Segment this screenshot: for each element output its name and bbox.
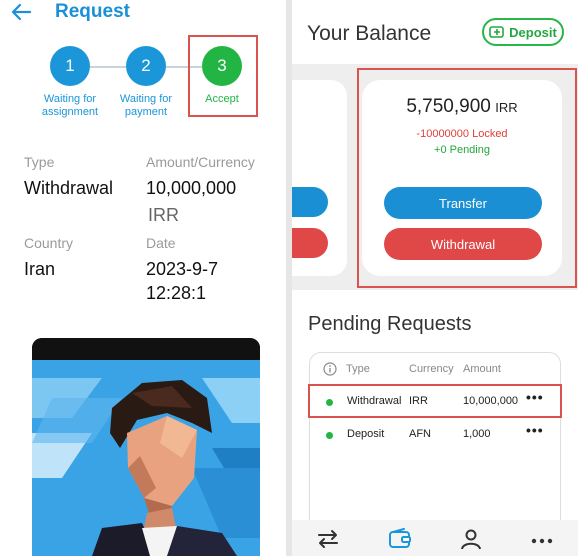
- bottom-navigation: [292, 520, 578, 556]
- request-detail-panel: Request 1 2 3 Waiting for assignment Wait…: [0, 0, 286, 556]
- row-currency: AFN: [409, 428, 431, 440]
- type-value: Withdrawal: [24, 178, 114, 198]
- date-value: 2023-9-7: [146, 259, 219, 279]
- column-header-amount: Amount: [463, 363, 501, 375]
- withdrawal-row-highlight: [308, 384, 562, 418]
- country-value: Iran: [24, 259, 56, 279]
- previous-wallet-card[interactable]: [292, 80, 347, 276]
- table-row[interactable]: Deposit AFN 1,000 •••: [310, 420, 562, 450]
- step-connector: [90, 66, 126, 68]
- row-more-icon[interactable]: •••: [526, 422, 544, 438]
- transfer-icon[interactable]: [316, 528, 340, 550]
- attached-image: [32, 338, 260, 556]
- profile-icon[interactable]: [459, 528, 483, 550]
- date-label: Date: [146, 235, 176, 251]
- step-2-label: Waiting for payment: [119, 93, 173, 118]
- step-1-label: Waiting for assignment: [41, 93, 99, 118]
- type-label: Type: [24, 154, 55, 170]
- back-arrow-icon[interactable]: [10, 2, 32, 22]
- accept-step-highlight: [188, 35, 258, 117]
- previous-card-withdrawal-button[interactable]: [292, 228, 328, 258]
- pending-requests-title: Pending Requests: [308, 313, 472, 335]
- deposit-button[interactable]: Deposit: [482, 18, 564, 46]
- time-value: 12:28:1: [146, 283, 207, 303]
- column-header-currency: Currency: [409, 363, 454, 375]
- balance-panel: Your Balance Deposit 5,750,900 IRR -1000…: [292, 0, 578, 556]
- country-label: Country: [24, 235, 74, 251]
- wallet-card-highlight: [357, 68, 577, 288]
- more-icon[interactable]: [530, 528, 554, 550]
- previous-card-transfer-button[interactable]: [292, 187, 328, 217]
- deposit-label: Deposit: [509, 24, 557, 40]
- page-title: Request: [55, 1, 130, 22]
- portrait-illustration: [32, 338, 260, 556]
- balance-title: Your Balance: [307, 22, 432, 45]
- row-type: Deposit: [347, 428, 385, 440]
- amount-value: 10,000,000: [146, 178, 237, 198]
- amount-currency-label: Amount/Currency: [146, 154, 255, 170]
- deposit-icon: [489, 26, 504, 38]
- step-1-circle: 1: [50, 46, 90, 86]
- wallet-icon[interactable]: [388, 528, 412, 550]
- step-2-circle: 2: [126, 46, 166, 86]
- currency-value: IRR: [148, 205, 179, 225]
- row-amount: 1,000: [463, 428, 491, 440]
- status-dot: [326, 432, 333, 439]
- info-icon[interactable]: [323, 362, 337, 376]
- column-header-type: Type: [346, 363, 370, 375]
